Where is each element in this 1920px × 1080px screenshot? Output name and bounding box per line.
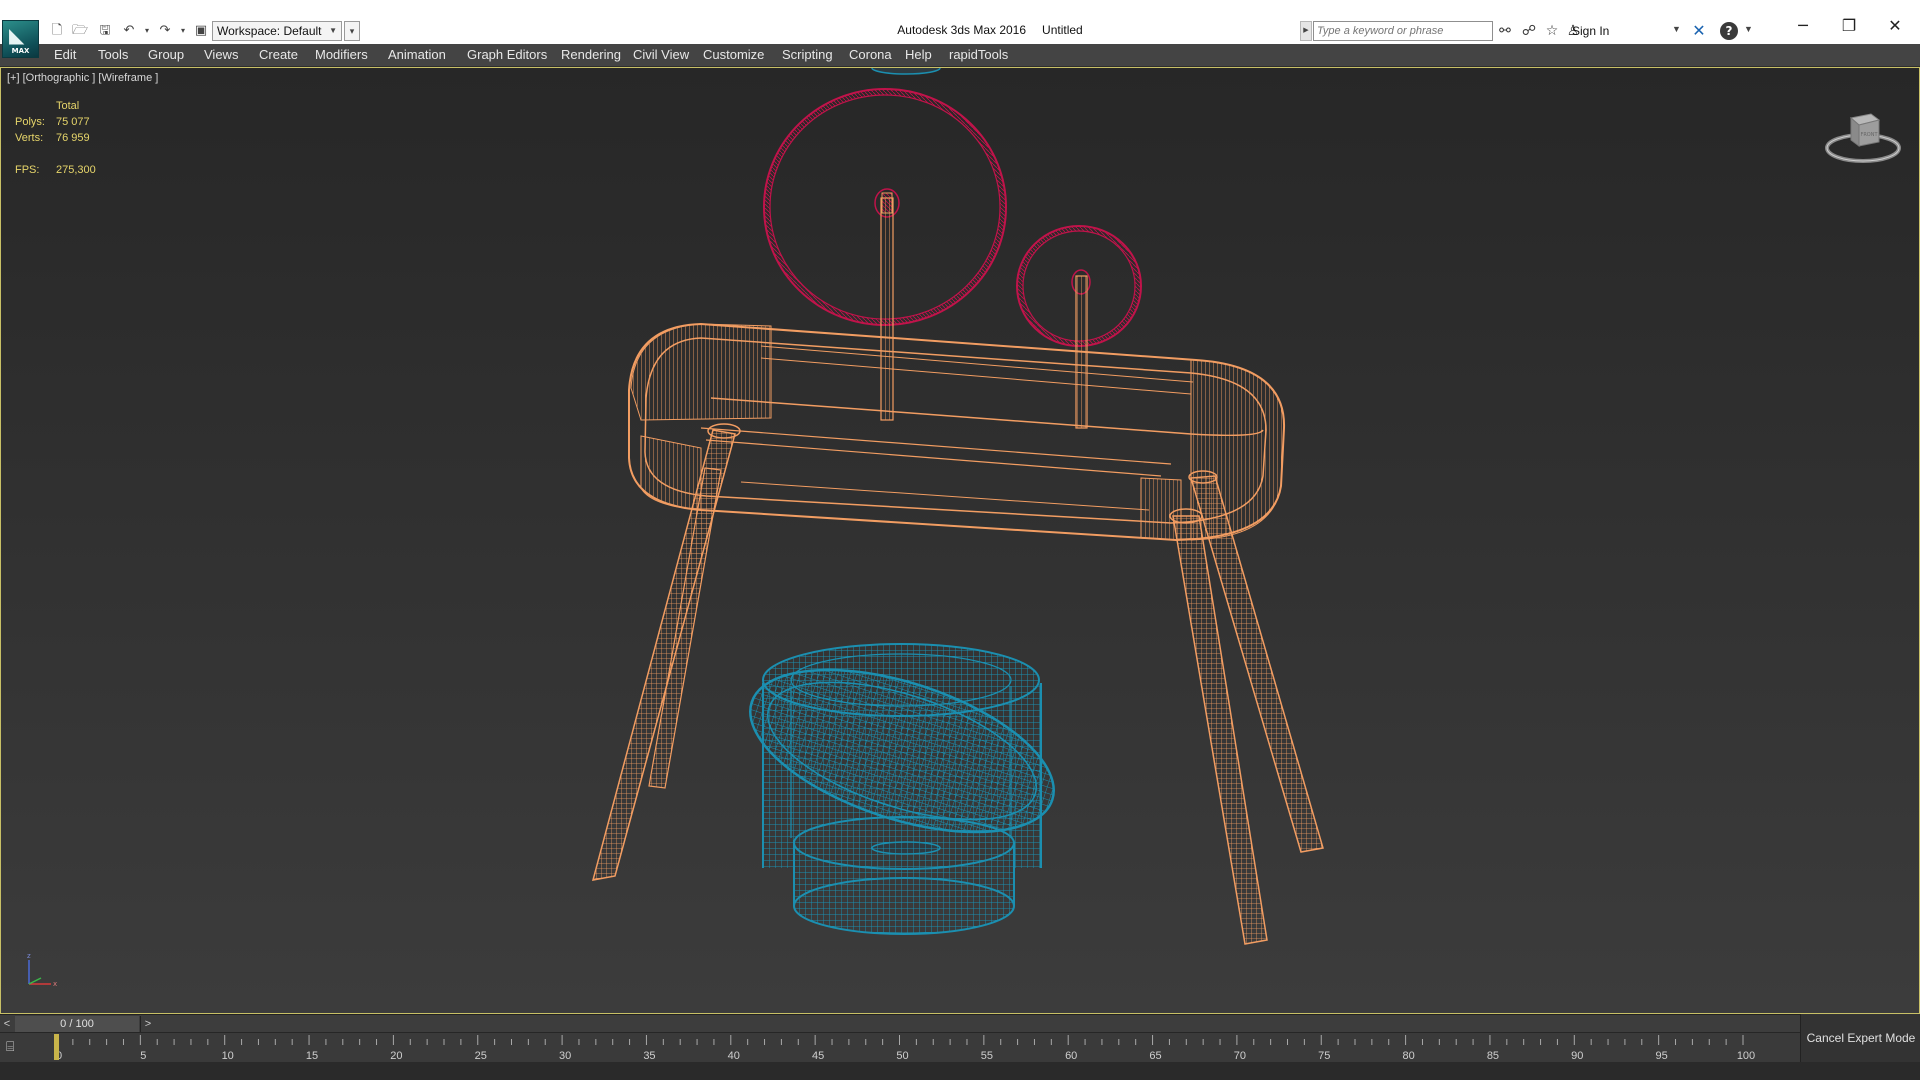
frame-tick-label: 45 [812, 1050, 824, 1062]
open-file-icon[interactable]: 🗁 [71, 22, 89, 40]
menu-help[interactable]: Help [905, 47, 932, 62]
menu-tools[interactable]: Tools [98, 47, 128, 62]
menu-modifiers[interactable]: Modifiers [315, 47, 368, 62]
scene-wireframe[interactable] [1, 68, 1919, 1013]
frame-tick-label: 40 [728, 1050, 740, 1062]
cancel-expert-mode-button[interactable]: Cancel Expert Mode [1800, 1014, 1920, 1062]
next-frame-button[interactable]: > [140, 1016, 155, 1032]
communication-center-icon[interactable]: ☍ [1520, 22, 1538, 40]
status-strip [0, 1062, 1920, 1080]
svg-text:x: x [53, 980, 57, 988]
app-logo-label: MAX [11, 47, 30, 55]
workspace-select-value: Workspace: Default [217, 24, 322, 38]
menu-civil-view[interactable]: Civil View [633, 47, 689, 62]
menu-create[interactable]: Create [259, 47, 298, 62]
menu-rendering[interactable]: Rendering [561, 47, 621, 62]
stats-header: Total [56, 100, 80, 112]
project-folder-icon[interactable]: ▣ [192, 22, 210, 40]
viewport-label-menu[interactable]: [+] [Orthographic ] [Wireframe ] [7, 72, 158, 84]
window-title: Autodesk 3ds Max 2016 Untitled [700, 23, 1280, 37]
chevron-down-icon[interactable]: ▼ [1672, 24, 1681, 34]
help-icon[interactable]: ? [1720, 22, 1738, 40]
menu-corona[interactable]: Corona [849, 47, 892, 62]
track-bar[interactable]: ⌸ 05101520253035404550556065707580859095… [0, 1032, 1800, 1063]
frame-tick-label: 35 [643, 1050, 655, 1062]
app-title: Autodesk 3ds Max 2016 [897, 23, 1027, 37]
frame-tick-label: 15 [306, 1050, 318, 1062]
frame-tick-label: 5 [140, 1050, 146, 1062]
favorites-star-icon[interactable]: ☆ [1543, 22, 1561, 40]
perspective-viewport[interactable]: [+] [Orthographic ] [Wireframe ] Total P… [0, 67, 1920, 1014]
menu-bar: Edit Tools Group Views Create Modifiers … [0, 44, 1920, 67]
fps-value: 275,300 [56, 164, 96, 176]
new-file-icon[interactable]: 🗋 [48, 22, 66, 40]
undo-dropdown-icon[interactable]: ▾ [138, 22, 156, 40]
frame-tick-label: 75 [1318, 1050, 1330, 1062]
frame-tick-label: 25 [475, 1050, 487, 1062]
current-frame-marker[interactable] [54, 1034, 59, 1060]
frame-tick-label: 20 [390, 1050, 402, 1062]
frame-tick-label: 90 [1571, 1050, 1583, 1062]
frame-tick-label: 65 [1149, 1050, 1161, 1062]
menu-group[interactable]: Group [148, 47, 184, 62]
close-button[interactable]: ✕ [1872, 16, 1918, 46]
viewcube-face-label: FRONT [1860, 132, 1878, 138]
menu-animation[interactable]: Animation [388, 47, 446, 62]
mirror-post-left[interactable] [880, 197, 894, 421]
time-slider[interactable]: < 0 / 100 > [0, 1014, 1800, 1033]
frame-tick-label: 30 [559, 1050, 571, 1062]
frame-tick-label: 55 [981, 1050, 993, 1062]
chevron-down-icon: ▼ [329, 26, 337, 35]
frame-tick-label: 85 [1487, 1050, 1499, 1062]
polys-label: Polys: [15, 116, 45, 128]
application-menu-button[interactable]: ◣ MAX [2, 20, 39, 58]
axis-tripod-icon: z x [27, 952, 57, 988]
workspace-select[interactable]: Workspace: Default ▼ [212, 21, 342, 41]
document-title: Untitled [1042, 23, 1083, 37]
frame-tick-label: 10 [222, 1050, 234, 1062]
frame-tick-label: 95 [1656, 1050, 1668, 1062]
quick-access-customize-button[interactable]: ▾ [344, 21, 360, 41]
menu-rapidtools[interactable]: rapidTools [949, 47, 1008, 62]
title-bar: 🗋 🗁 🖫 ↶ ▾ ↷ ▾ ▣ Workspace: Default ▼ ▾ A… [0, 0, 1920, 49]
menu-graph-editors[interactable]: Graph Editors [467, 47, 547, 62]
verts-value: 76 959 [56, 132, 90, 144]
restore-button[interactable]: ❐ [1826, 16, 1872, 46]
undo-icon[interactable]: ↶ [120, 22, 138, 40]
app-logo-icon: ◣ [9, 23, 25, 47]
menu-views[interactable]: Views [204, 47, 238, 62]
redo-icon[interactable]: ↷ [156, 22, 174, 40]
viewcube-icon[interactable]: FRONT [1823, 98, 1903, 178]
search-input[interactable] [1313, 21, 1493, 41]
chevron-down-icon[interactable]: ▼ [1744, 24, 1753, 34]
frame-ruler[interactable]: 0510152025303540455055606570758085909510… [0, 1033, 1800, 1063]
save-file-icon[interactable]: 🖫 [96, 22, 114, 40]
minimize-button[interactable]: ─ [1780, 16, 1826, 46]
frame-tick-label: 70 [1234, 1050, 1246, 1062]
previous-frame-button[interactable]: < [0, 1016, 14, 1032]
menu-edit[interactable]: Edit [54, 47, 76, 62]
time-slider-thumb[interactable]: 0 / 100 [15, 1016, 139, 1032]
polys-value: 75 077 [56, 116, 90, 128]
exchange-apps-icon[interactable]: ✕ [1688, 21, 1710, 41]
menu-customize[interactable]: Customize [703, 47, 764, 62]
frame-tick-label: 100 [1737, 1050, 1755, 1062]
svg-text:z: z [27, 952, 31, 960]
verts-label: Verts: [15, 132, 44, 144]
menu-scripting[interactable]: Scripting [782, 47, 833, 62]
infocenter-expand-button[interactable]: ▶ [1300, 21, 1312, 41]
frame-tick-label: 60 [1065, 1050, 1077, 1062]
fps-label: FPS: [15, 164, 40, 176]
sign-in-link[interactable]: Sign In [1572, 24, 1609, 38]
frame-tick-label: 50 [896, 1050, 908, 1062]
binoculars-icon[interactable]: ⚯ [1496, 22, 1514, 40]
frame-tick-label: 80 [1402, 1050, 1414, 1062]
redo-dropdown-icon[interactable]: ▾ [174, 22, 192, 40]
